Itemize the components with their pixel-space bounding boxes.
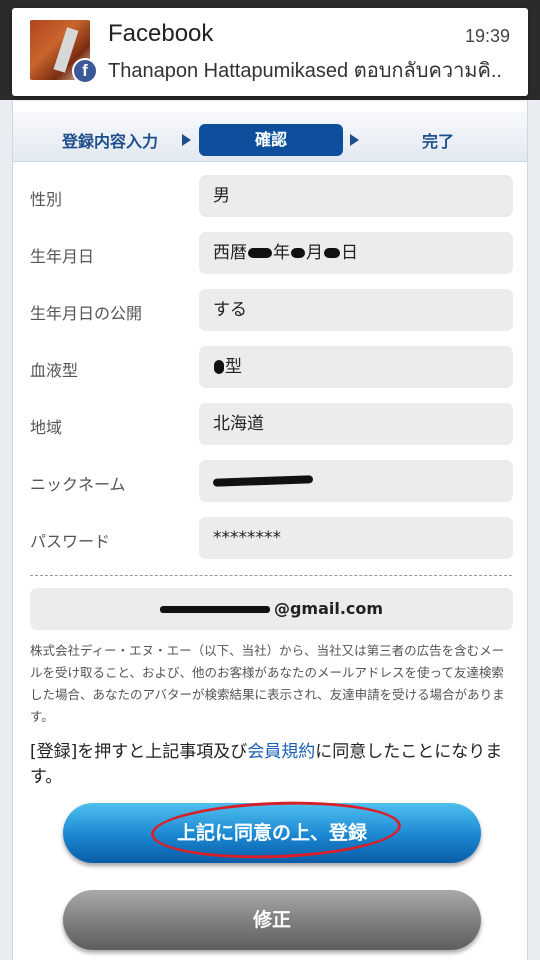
birthdate-public-label: 生年月日の公開 [30, 304, 143, 323]
nickname-value [199, 460, 513, 502]
redaction-mark [291, 248, 305, 258]
birthdate-day-unit: 日 [341, 243, 358, 263]
step-confirm-active: 確認 [199, 124, 343, 156]
redaction-mark [214, 360, 224, 374]
region-label: 地域 [30, 418, 63, 437]
facebook-notification[interactable]: f Facebook 19:39 Thanapon Hattapumikased… [12, 8, 528, 96]
progress-steps: 登録内容入力 確認 完了 [13, 112, 527, 162]
step-input: 登録内容入力 [61, 132, 158, 151]
birthdate-label: 生年月日 [30, 247, 95, 266]
email-domain: @gmail.com [273, 599, 384, 618]
redaction-mark [159, 606, 270, 613]
section-divider [30, 575, 512, 576]
blood-type-value: 型 [199, 346, 513, 388]
privacy-notice: 株式会社ディー・エヌ・エー（以下、当社）から、当社又は第三者の広告を含むメールを… [30, 643, 505, 724]
agreement-prefix: [登録]を押すと上記事項及び [30, 742, 248, 762]
birthdate-public-value: する [199, 289, 513, 331]
blood-type-unit: 型 [225, 357, 242, 377]
gender-label: 性別 [30, 190, 63, 209]
facebook-icon: f [72, 58, 98, 84]
gender-value: 男 [199, 175, 513, 217]
nickname-label: ニックネーム [30, 475, 126, 494]
birthdate-value: 西暦 年月日 [199, 232, 513, 274]
agreement-text: [登録]を押すと上記事項及び会員規約に同意したことになります。 [30, 740, 520, 790]
notification-time: 19:39 [464, 26, 510, 46]
email-value: @gmail.com [30, 588, 513, 630]
password-value: ******** [199, 517, 513, 559]
step-arrow-icon [182, 134, 191, 146]
redaction-mark [212, 475, 314, 487]
birthdate-month-unit: 月 [306, 243, 323, 263]
redaction-mark [324, 248, 340, 258]
notification-app-name: Facebook [108, 20, 214, 47]
step-complete: 完了 [421, 132, 454, 151]
confirmation-panel: 登録内容入力 確認 完了 性別 男 生年月日 西暦年月日 生年月日の公開 する … [12, 100, 528, 960]
terms-link[interactable]: 会員規約 [247, 742, 315, 762]
birthdate-year-unit: 年 [273, 243, 290, 263]
step-arrow-icon [350, 134, 359, 146]
region-value: 北海道 [199, 403, 513, 445]
blood-type-label: 血液型 [30, 361, 79, 380]
redaction-mark [248, 248, 272, 258]
edit-button[interactable]: 修正 [63, 890, 481, 950]
notification-text: Thanapon Hattapumikased ตอบกลับความคิ.. [108, 60, 502, 82]
birthdate-era: 西暦 [213, 243, 247, 263]
password-label: パスワード [30, 532, 111, 551]
